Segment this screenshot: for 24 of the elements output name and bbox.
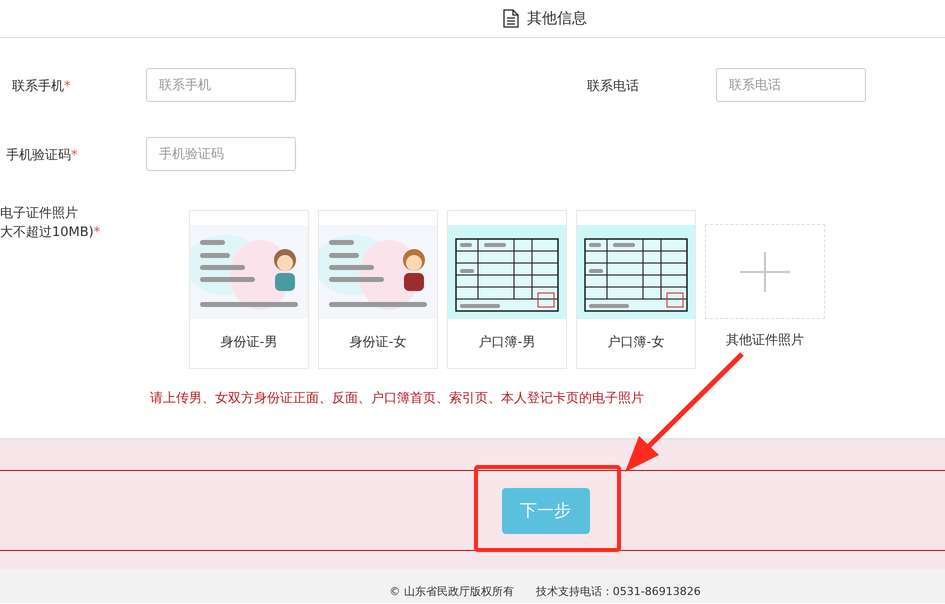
photo-caption: 户口簿-女: [608, 334, 664, 351]
field-label: 联系电话: [587, 79, 639, 94]
upload-notice: 请上传男、女双方身份证正面、反面、户口簿首页、索引页、本人登记卡页的电子照片: [150, 390, 645, 407]
input-field[interactable]: 联系电话: [716, 68, 866, 102]
field-label: 大不超过10MB)*: [0, 224, 102, 242]
photo-caption: 户口簿-男: [478, 334, 536, 351]
footer-text: © 山东省民政厅版权所有: [389, 584, 514, 599]
photo-caption: 其他证件照片: [726, 332, 804, 349]
photo-card[interactable]: 户口簿-女: [576, 210, 696, 369]
field-label: 联系手机*: [12, 79, 70, 94]
field-label: 手机验证码*: [6, 148, 78, 163]
section-title: 其他信息: [527, 9, 587, 28]
plus-icon: [740, 252, 790, 292]
add-photo-button[interactable]: [705, 224, 825, 319]
field-label: 电子证件照片: [0, 205, 79, 223]
input-field[interactable]: 手机验证码: [146, 137, 296, 171]
document-icon: [503, 9, 519, 28]
photo-card[interactable]: 身份证-女: [318, 210, 438, 369]
footer-text: 技术支持电话：0531-86913826: [536, 584, 701, 599]
photo-card[interactable]: 身份证-男: [189, 210, 309, 369]
photo-caption: 身份证-女: [350, 334, 406, 351]
photo-card[interactable]: 户口簿-男: [447, 210, 567, 369]
input-field[interactable]: 联系手机: [146, 68, 296, 102]
photo-caption: 身份证-男: [220, 334, 278, 351]
